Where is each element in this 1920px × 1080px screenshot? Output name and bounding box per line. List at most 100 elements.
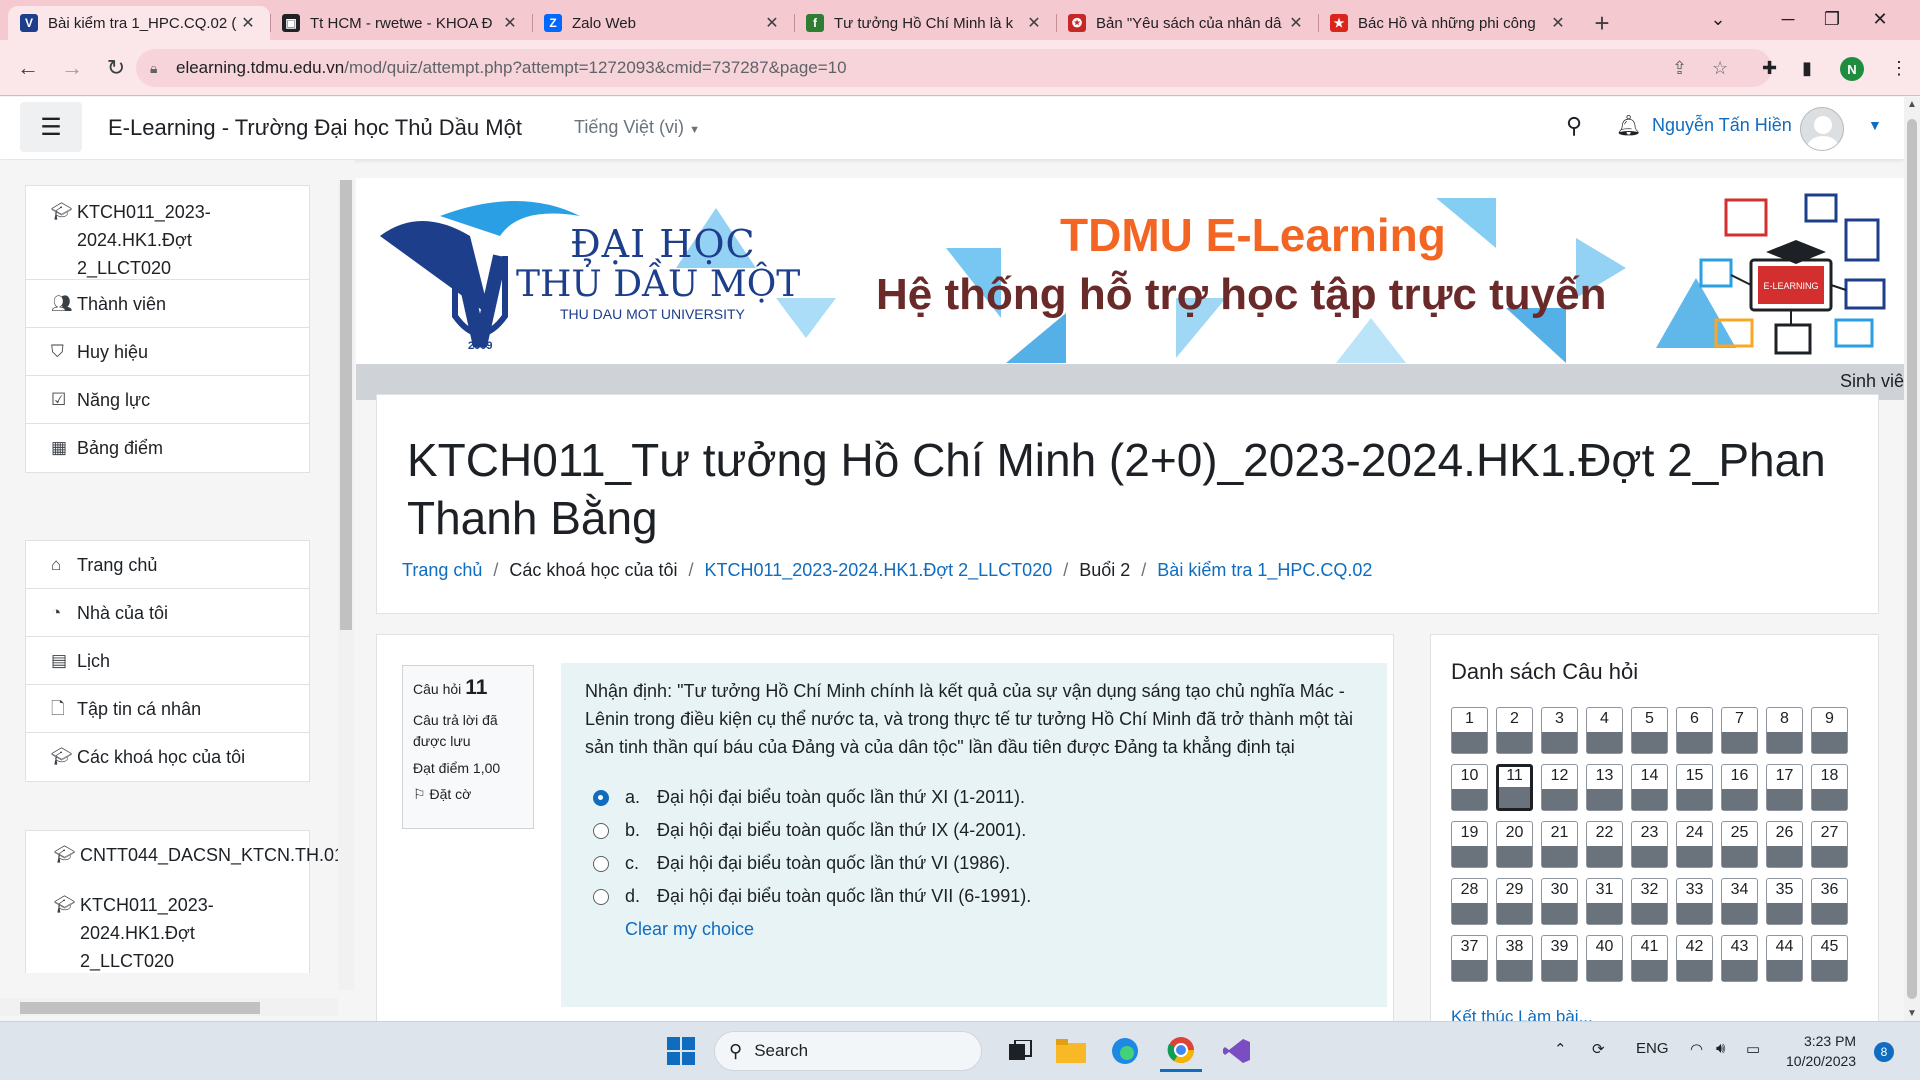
question-nav-button[interactable]: 4: [1586, 707, 1623, 754]
notification-bell-icon[interactable]: 🔔︎: [1616, 113, 1641, 138]
drawer-item[interactable]: 🎓︎ Các khoá học của tôi: [26, 733, 309, 781]
question-nav-button[interactable]: 1: [1451, 707, 1488, 754]
taskbar-search[interactable]: ⚲ Search: [714, 1031, 982, 1071]
question-nav-button[interactable]: 8: [1766, 707, 1803, 754]
question-nav-button[interactable]: 43: [1721, 935, 1758, 982]
question-nav-button[interactable]: 30: [1541, 878, 1578, 925]
drawer-item[interactable]: ▤ Lịch: [26, 637, 309, 685]
question-nav-button[interactable]: 15: [1676, 764, 1713, 811]
task-view-icon[interactable]: [1000, 1030, 1042, 1072]
taskbar-clock[interactable]: 3:23 PM 10/20/2023: [1786, 1031, 1856, 1071]
answer-option[interactable]: b. Đại hội đại biểu toàn quốc lần thứ IX …: [593, 814, 1363, 847]
question-nav-button[interactable]: 40: [1586, 935, 1623, 982]
user-name[interactable]: Nguyễn Tấn Hiền: [1652, 115, 1792, 136]
drawer-item[interactable]: ☑ Năng lực: [26, 376, 309, 424]
answer-option[interactable]: c. Đại hội đại biểu toàn quốc lần thứ VI …: [593, 847, 1363, 880]
drawer-item[interactable]: 🎓︎ KTCH011_2023-2024.HK1.Đợt 2_LLCT020: [26, 186, 309, 280]
close-tab-icon[interactable]: ✕: [762, 13, 782, 33]
browser-tab[interactable]: V Bài kiểm tra 1_HPC.CQ.02 (✕: [8, 6, 270, 40]
question-nav-button[interactable]: 41: [1631, 935, 1668, 982]
browser-tab[interactable]: f Tư tưởng Hồ Chí Minh là k ✕: [794, 6, 1056, 40]
reload-icon[interactable]: ↻: [94, 50, 138, 86]
question-nav-button[interactable]: 36: [1811, 878, 1848, 925]
question-nav-button[interactable]: 12: [1541, 764, 1578, 811]
question-nav-button[interactable]: 5: [1631, 707, 1668, 754]
close-tab-icon[interactable]: ✕: [500, 13, 520, 33]
drawer-item[interactable]: 👥︎ Thành viên: [26, 280, 309, 328]
question-nav-button[interactable]: 19: [1451, 821, 1488, 868]
question-nav-button[interactable]: 22: [1586, 821, 1623, 868]
question-nav-button[interactable]: 27: [1811, 821, 1848, 868]
question-nav-button[interactable]: 35: [1766, 878, 1803, 925]
new-tab-button[interactable]: +: [1580, 6, 1624, 40]
browser-tab[interactable]: Z Zalo Web ✕: [532, 6, 794, 40]
close-tab-icon[interactable]: ✕: [1286, 13, 1306, 33]
answer-radio[interactable]: [593, 855, 609, 872]
clear-choice-link[interactable]: Clear my choice: [625, 919, 1363, 940]
question-nav-button[interactable]: 28: [1451, 878, 1488, 925]
tab-search-icon[interactable]: ⌄: [1694, 4, 1742, 34]
browser-tab[interactable]: ▣ Tt HCM - rwetwe - KHOA Đ ✕: [270, 6, 532, 40]
question-nav-button[interactable]: 26: [1766, 821, 1803, 868]
question-nav-button[interactable]: 9: [1811, 707, 1848, 754]
drawer-toggle-button[interactable]: ☰: [20, 102, 82, 152]
question-nav-button[interactable]: 24: [1676, 821, 1713, 868]
question-nav-button[interactable]: 37: [1451, 935, 1488, 982]
answer-option[interactable]: a. Đại hội đại biểu toàn quốc lần thứ XI …: [593, 781, 1363, 814]
language-menu[interactable]: Tiếng Việt (vi) ▼: [574, 117, 700, 138]
maximize-button[interactable]: ❐: [1808, 4, 1856, 34]
drawer-item[interactable]: 🗋 Tập tin cá nhân: [26, 685, 309, 733]
close-window-button[interactable]: ✕: [1856, 4, 1904, 34]
scroll-up-arrow-icon[interactable]: ▲: [1904, 99, 1920, 110]
bookmark-star-icon[interactable]: ☆: [1712, 58, 1728, 79]
share-icon[interactable]: ⇪: [1672, 58, 1687, 79]
side-panel-icon[interactable]: ▮: [1802, 58, 1812, 79]
question-nav-button[interactable]: 42: [1676, 935, 1713, 982]
answer-option[interactable]: d. Đại hội đại biểu toàn quốc lần thứ VII…: [593, 880, 1363, 913]
close-tab-icon[interactable]: ✕: [1548, 13, 1568, 33]
edge-browser-icon[interactable]: [1104, 1030, 1146, 1072]
chrome-browser-icon[interactable]: [1160, 1030, 1202, 1072]
question-nav-button[interactable]: 18: [1811, 764, 1848, 811]
site-name[interactable]: E-Learning - Trường Đại học Thủ Dầu Một: [108, 115, 522, 141]
close-tab-icon[interactable]: ✕: [1024, 13, 1044, 33]
extensions-icon[interactable]: ✚: [1762, 58, 1777, 79]
user-menu-caret-icon[interactable]: ▼: [1868, 117, 1882, 133]
back-icon[interactable]: ←: [6, 50, 50, 86]
user-avatar[interactable]: [1800, 107, 1844, 151]
search-icon[interactable]: ⚲: [1566, 113, 1582, 139]
forward-icon[interactable]: →: [50, 50, 94, 86]
drawer-item[interactable]: ⛉ Huy hiệu: [26, 328, 309, 376]
page-scroll-thumb[interactable]: [1907, 119, 1917, 999]
start-button[interactable]: [660, 1030, 702, 1072]
answer-radio[interactable]: [593, 789, 609, 806]
file-explorer-icon[interactable]: [1050, 1030, 1092, 1072]
question-nav-button[interactable]: 6: [1676, 707, 1713, 754]
question-nav-button[interactable]: 11: [1496, 764, 1533, 811]
drawer-item[interactable]: 🎓︎ KTCH011_2023-2024.HK1.Đợt 2_LLCT020: [26, 879, 309, 973]
drawer-scroll-thumb[interactable]: [340, 180, 352, 630]
question-nav-button[interactable]: 23: [1631, 821, 1668, 868]
close-tab-icon[interactable]: ✕: [238, 13, 258, 33]
question-nav-button[interactable]: 21: [1541, 821, 1578, 868]
question-nav-button[interactable]: 32: [1631, 878, 1668, 925]
drawer-item[interactable]: ▦ Bảng điểm: [26, 424, 309, 472]
question-nav-button[interactable]: 31: [1586, 878, 1623, 925]
question-nav-button[interactable]: 39: [1541, 935, 1578, 982]
drawer-hscroll-thumb[interactable]: [20, 1002, 260, 1014]
question-nav-button[interactable]: 10: [1451, 764, 1488, 811]
question-nav-button[interactable]: 16: [1721, 764, 1758, 811]
answer-radio[interactable]: [593, 888, 609, 905]
question-nav-button[interactable]: 44: [1766, 935, 1803, 982]
question-nav-button[interactable]: 3: [1541, 707, 1578, 754]
question-nav-button[interactable]: 25: [1721, 821, 1758, 868]
browser-tab[interactable]: ✪ Bản "Yêu sách của nhân dâ ✕: [1056, 6, 1318, 40]
question-nav-button[interactable]: 7: [1721, 707, 1758, 754]
input-language[interactable]: ENG: [1636, 1040, 1669, 1057]
wifi-icon[interactable]: ◠: [1690, 1040, 1703, 1058]
show-hidden-icons-icon[interactable]: ⌃: [1554, 1040, 1567, 1058]
breadcrumb-link[interactable]: Bài kiểm tra 1_HPC.CQ.02: [1157, 560, 1372, 581]
question-nav-button[interactable]: 20: [1496, 821, 1533, 868]
battery-icon[interactable]: ▭: [1746, 1040, 1760, 1058]
answer-radio[interactable]: [593, 822, 609, 839]
